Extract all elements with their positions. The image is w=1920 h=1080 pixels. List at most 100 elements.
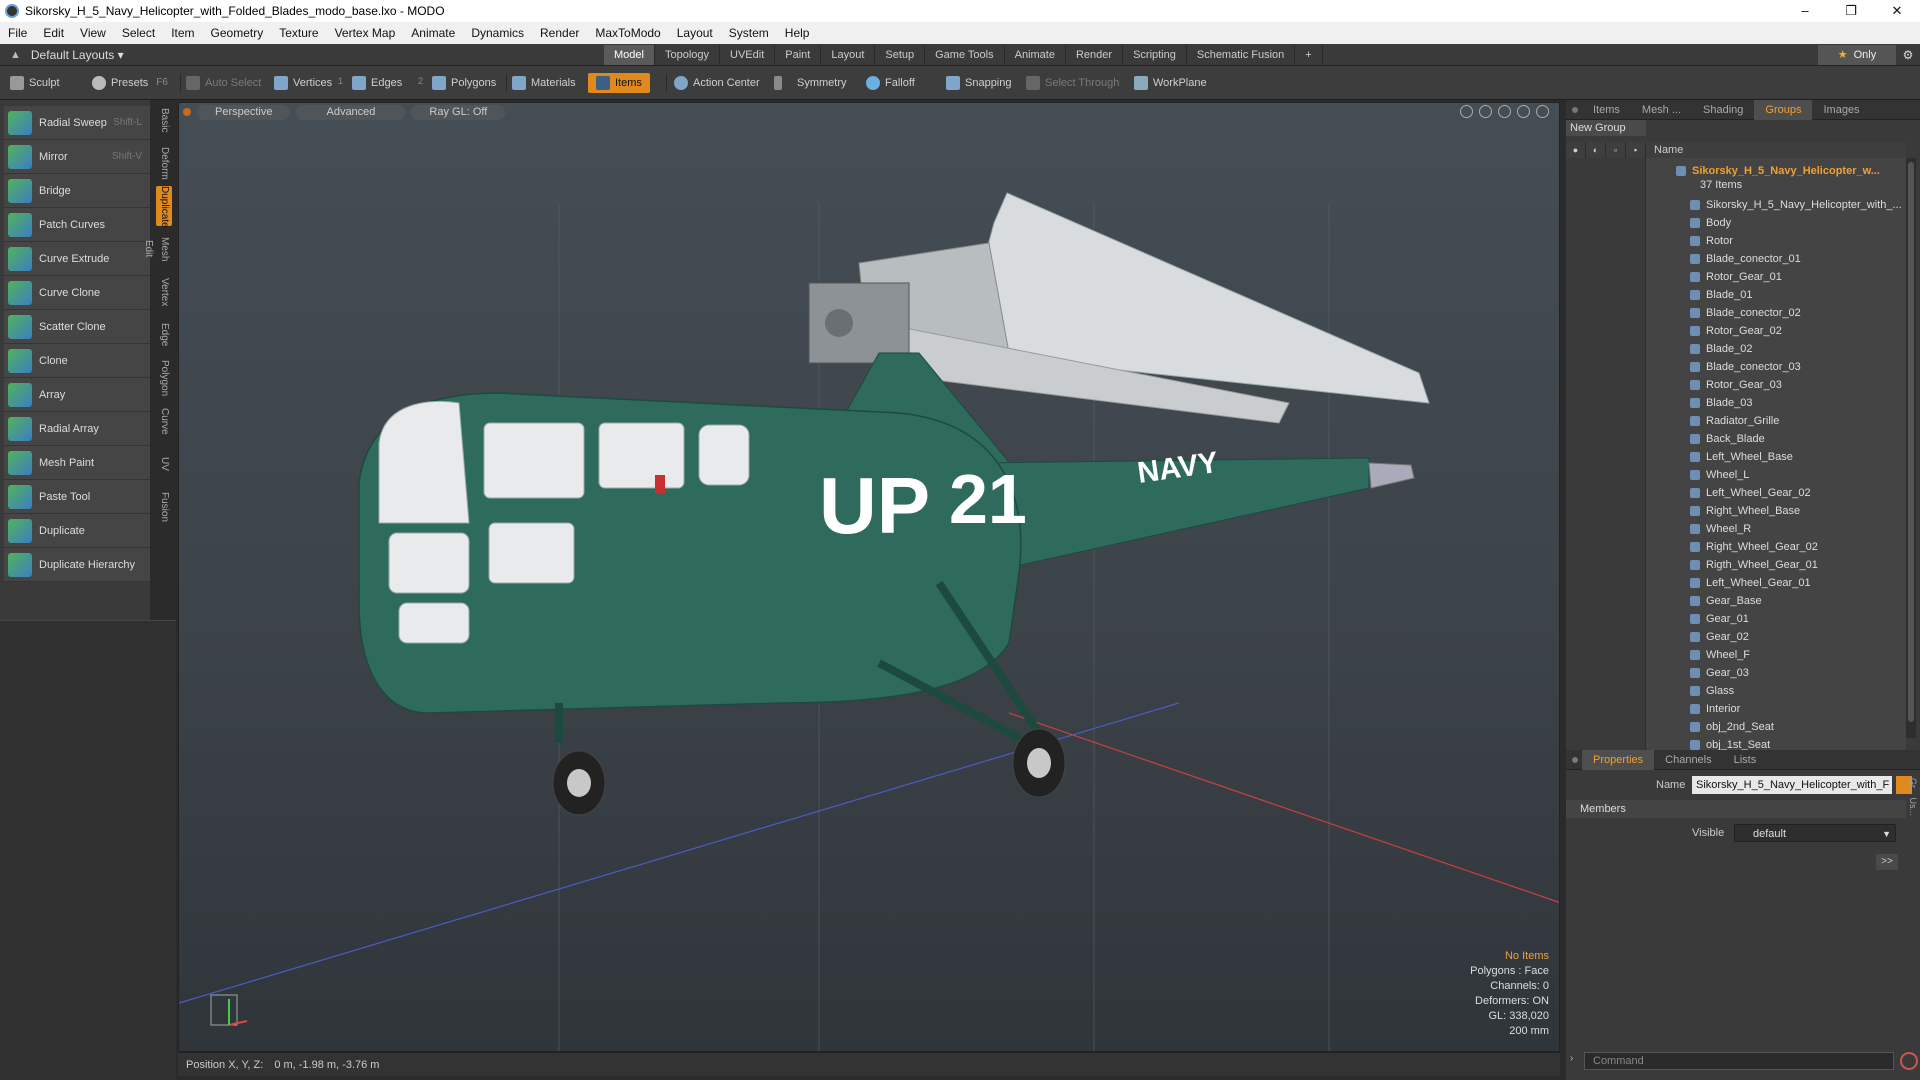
tab-channels[interactable]: Channels	[1654, 750, 1722, 770]
patch-curves-tool[interactable]: Patch Curves	[4, 208, 150, 242]
list-item[interactable]: Gear_01	[1566, 610, 1906, 628]
polygons-button[interactable]: Polygons	[432, 73, 496, 93]
list-item[interactable]: Gear_Base	[1566, 592, 1906, 610]
menu-maxtomodo[interactable]: MaxToModo	[587, 26, 668, 40]
raygl-button[interactable]: Ray GL: Off	[411, 104, 506, 120]
menu-geometry[interactable]: Geometry	[203, 26, 272, 40]
tab-paint[interactable]: Paint	[775, 45, 822, 65]
vtab-basic[interactable]: Basic	[156, 100, 172, 140]
tab-properties[interactable]: Properties	[1582, 749, 1655, 770]
tab-topology[interactable]: Topology	[655, 45, 721, 65]
layouts-dropdown[interactable]: ▲ Default Layouts ▾	[0, 48, 124, 62]
list-item[interactable]: Interior	[1566, 700, 1906, 718]
tab-lists[interactable]: Lists	[1723, 750, 1768, 770]
tab-mesh[interactable]: Mesh ...	[1631, 100, 1692, 120]
new-group-button[interactable]: New Group	[1566, 120, 1646, 136]
list-item[interactable]: Rigth_Wheel_Gear_01	[1566, 556, 1906, 574]
vtab-uv[interactable]: UV	[156, 444, 172, 484]
list-item[interactable]: Gear_03	[1566, 664, 1906, 682]
tab-layout[interactable]: Layout	[821, 45, 876, 65]
edges-button[interactable]: Edges	[352, 73, 402, 93]
add-tab-button[interactable]: +	[1295, 45, 1323, 65]
maximize-button[interactable]: ❐	[1828, 0, 1874, 22]
list-item[interactable]: Rotor_Gear_01	[1566, 268, 1906, 286]
list-item[interactable]: Wheel_R	[1566, 520, 1906, 538]
items-button[interactable]: Items	[588, 73, 650, 93]
list-item[interactable]: Rotor	[1566, 232, 1906, 250]
fit-icon[interactable]	[1517, 105, 1530, 118]
vtab-polygon[interactable]: Polygon	[156, 358, 172, 398]
members-section[interactable]: Members	[1566, 800, 1906, 818]
properties-side-tabs[interactable]: Gr... Us...	[1904, 778, 1918, 878]
menu-dynamics[interactable]: Dynamics	[463, 26, 532, 40]
snapping-button[interactable]: Snapping	[946, 73, 1012, 93]
menu-file[interactable]: File	[0, 26, 35, 40]
menu-render[interactable]: Render	[532, 26, 587, 40]
materials-button[interactable]: Materials	[512, 73, 576, 93]
auto-select-button[interactable]: Auto Select	[186, 73, 261, 93]
menu-animate[interactable]: Animate	[403, 26, 463, 40]
tab-setup[interactable]: Setup	[875, 45, 926, 65]
list-item[interactable]: Left_Wheel_Base	[1566, 448, 1906, 466]
vtab-vertex[interactable]: Vertex	[156, 272, 172, 312]
list-item[interactable]: Wheel_L	[1566, 466, 1906, 484]
select-column-icon[interactable]: ▪	[1626, 142, 1646, 158]
list-item[interactable]: Left_Wheel_Gear_01	[1566, 574, 1906, 592]
only-toggle[interactable]: ★ Only	[1818, 45, 1896, 65]
symmetry-button[interactable]: Symmetry	[774, 73, 847, 93]
select-through-button[interactable]: Select Through	[1026, 73, 1119, 93]
bridge-tool[interactable]: Bridge	[4, 174, 150, 208]
properties-menu-icon[interactable]	[1572, 756, 1578, 763]
tab-game-tools[interactable]: Game Tools	[925, 45, 1005, 65]
list-item[interactable]: Left_Wheel_Gear_02	[1566, 484, 1906, 502]
menu-vertex-map[interactable]: Vertex Map	[327, 26, 404, 40]
list-item[interactable]: Right_Wheel_Base	[1566, 502, 1906, 520]
3d-viewport[interactable]: UP 21 NAVY Perspective Advanced Ray GL: …	[178, 102, 1560, 1052]
menu-texture[interactable]: Texture	[271, 26, 326, 40]
curve-clone-tool[interactable]: Curve Clone	[4, 276, 150, 310]
workplane-button[interactable]: WorkPlane	[1134, 73, 1207, 93]
command-run-icon[interactable]	[1900, 1052, 1918, 1070]
group-item-count[interactable]: 37 Items	[1566, 176, 1906, 194]
menu-layout[interactable]: Layout	[669, 26, 721, 40]
sculpt-button[interactable]: Sculpt	[10, 73, 60, 93]
menu-select[interactable]: Select	[114, 26, 163, 40]
viewport-settings-icon[interactable]	[1536, 105, 1549, 118]
radial-sweep-tool[interactable]: Radial Sweep Shift-L	[4, 106, 150, 140]
render-column-icon[interactable]: ◐	[1586, 142, 1606, 158]
panel-menu-icon[interactable]	[1572, 106, 1578, 113]
falloff-button[interactable]: Falloff	[866, 73, 915, 93]
more-button[interactable]: >>	[1876, 854, 1898, 870]
tab-groups[interactable]: Groups	[1754, 99, 1813, 120]
tab-model[interactable]: Model	[604, 45, 655, 65]
list-item[interactable]: Blade_conector_01	[1566, 250, 1906, 268]
vertices-button[interactable]: Vertices	[274, 73, 332, 93]
pan-icon[interactable]	[1460, 105, 1473, 118]
array-tool[interactable]: Array	[4, 378, 150, 412]
list-item[interactable]: Wheel_F	[1566, 646, 1906, 664]
duplicate-tool[interactable]: Duplicate	[4, 514, 150, 548]
list-item[interactable]: Blade_conector_03	[1566, 358, 1906, 376]
list-item[interactable]: Radiator_Grille	[1566, 412, 1906, 430]
tab-uvedit[interactable]: UVEdit	[720, 45, 776, 65]
list-item[interactable]: Back_Blade	[1566, 430, 1906, 448]
vtab-curve[interactable]: Curve	[156, 401, 172, 441]
vtab-deform[interactable]: Deform	[156, 143, 172, 183]
vtab-duplicate[interactable]: Duplicate	[156, 186, 172, 228]
rotate-icon[interactable]	[1479, 105, 1492, 118]
list-item[interactable]: Blade_03	[1566, 394, 1906, 412]
mesh-paint-tool[interactable]: Mesh Paint	[4, 446, 150, 480]
lock-column-icon[interactable]: ▫	[1606, 142, 1626, 158]
shading-mode-button[interactable]: Advanced	[296, 104, 406, 120]
action-center-button[interactable]: Action Center	[674, 73, 760, 93]
tab-schematic-fusion[interactable]: Schematic Fusion	[1187, 45, 1296, 65]
list-item[interactable]: Rotor_Gear_02	[1566, 322, 1906, 340]
list-item[interactable]: Right_Wheel_Gear_02	[1566, 538, 1906, 556]
minimize-button[interactable]: –	[1782, 0, 1828, 22]
vtab-mesh-edit[interactable]: Mesh Edit	[143, 229, 172, 269]
command-input[interactable]: Command	[1584, 1052, 1894, 1070]
tab-scripting[interactable]: Scripting	[1123, 45, 1187, 65]
name-field[interactable]: Sikorsky_H_5_Navy_Helicopter_with_F	[1692, 776, 1892, 794]
vtab-fusion[interactable]: Fusion	[156, 487, 172, 527]
gear-icon[interactable]: ⚙	[1896, 45, 1920, 65]
